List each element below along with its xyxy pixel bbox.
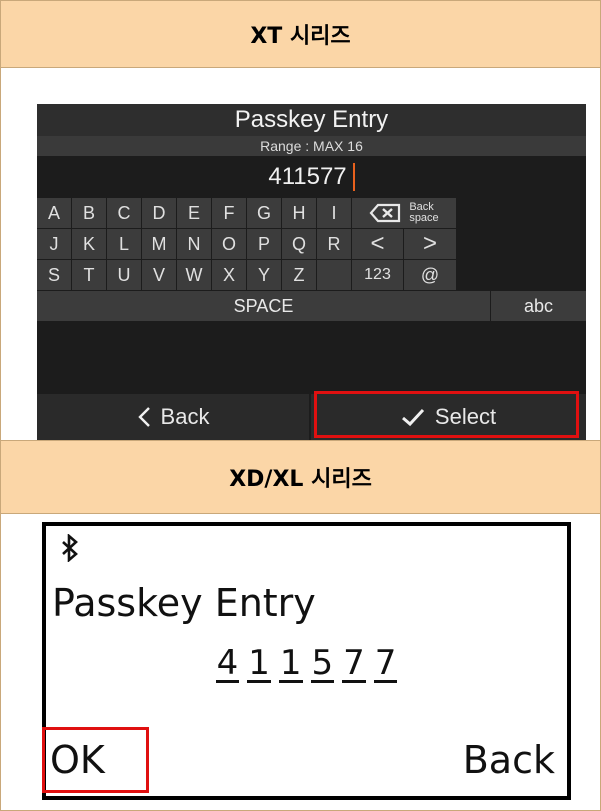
- key-p[interactable]: P: [247, 229, 281, 259]
- key-x[interactable]: X: [212, 260, 246, 290]
- back-button[interactable]: Back: [37, 394, 309, 440]
- cursor-left-key[interactable]: <: [352, 229, 403, 259]
- chevron-left-icon: [137, 407, 150, 427]
- key-l[interactable]: L: [107, 229, 141, 259]
- key-b[interactable]: B: [72, 198, 106, 228]
- key-o[interactable]: O: [212, 229, 246, 259]
- xt-screen-title: Passkey Entry: [37, 104, 586, 136]
- bluetooth-icon: [60, 533, 80, 569]
- keyboard-row-4: SPACE abc: [37, 291, 586, 321]
- key-i[interactable]: I: [317, 198, 351, 228]
- key-c[interactable]: C: [107, 198, 141, 228]
- key-u[interactable]: U: [107, 260, 141, 290]
- key-q[interactable]: Q: [282, 229, 316, 259]
- keyboard-row-3: S T U V W X Y Z 123 @: [37, 260, 586, 290]
- space-key[interactable]: SPACE: [37, 291, 490, 321]
- backspace-label: Back space: [409, 201, 439, 224]
- key-s[interactable]: S: [37, 260, 71, 290]
- key-d[interactable]: D: [142, 198, 176, 228]
- key-m[interactable]: M: [142, 229, 176, 259]
- on-screen-keyboard: A B C D E F G H I Back space J K L M N O…: [37, 198, 586, 322]
- key-f[interactable]: F: [212, 198, 246, 228]
- key-w[interactable]: W: [177, 260, 211, 290]
- at-key[interactable]: @: [404, 260, 456, 290]
- xt-series-header: XT 시리즈: [1, 1, 600, 68]
- key-y[interactable]: Y: [247, 260, 281, 290]
- numbers-key[interactable]: 123: [352, 260, 403, 290]
- key-n[interactable]: N: [177, 229, 211, 259]
- passkey-digit: 1: [247, 643, 271, 683]
- key-t[interactable]: T: [72, 260, 106, 290]
- select-highlight-box: [314, 391, 579, 438]
- backspace-key[interactable]: Back space: [352, 198, 456, 228]
- key-v[interactable]: V: [142, 260, 176, 290]
- back-softkey[interactable]: Back: [463, 738, 555, 782]
- abc-key[interactable]: abc: [491, 291, 586, 321]
- cursor-right-key[interactable]: >: [404, 229, 456, 259]
- blank-key: [317, 260, 351, 290]
- key-e[interactable]: E: [177, 198, 211, 228]
- passkey-input[interactable]: 411577: [37, 156, 586, 198]
- xdxl-series-header: XD/XL 시리즈: [1, 440, 600, 514]
- passkey-digit: 7: [342, 643, 366, 683]
- xt-device-screen: Passkey Entry Range : MAX 16 411577 A B …: [37, 104, 586, 440]
- key-h[interactable]: H: [282, 198, 316, 228]
- key-r[interactable]: R: [317, 229, 351, 259]
- lcd-passkey-digits: 4 1 1 5 7 7: [46, 646, 567, 683]
- passkey-digit: 5: [310, 643, 335, 683]
- back-button-label: Back: [160, 404, 210, 429]
- passkey-digit: 4: [215, 643, 240, 683]
- key-a[interactable]: A: [37, 198, 71, 228]
- backspace-icon: [369, 203, 401, 223]
- passkey-digit: 1: [278, 643, 303, 683]
- ok-highlight-box: [42, 727, 149, 793]
- lcd-title: Passkey Entry: [52, 581, 316, 625]
- key-k[interactable]: K: [72, 229, 106, 259]
- xt-range-hint: Range : MAX 16: [37, 136, 586, 156]
- keyboard-row-2: J K L M N O P Q R < >: [37, 229, 586, 259]
- text-cursor: [352, 163, 355, 191]
- passkey-input-value: 411577: [268, 163, 347, 190]
- keyboard-row-1: A B C D E F G H I Back space: [37, 198, 586, 228]
- key-z[interactable]: Z: [282, 260, 316, 290]
- key-j[interactable]: J: [37, 229, 71, 259]
- key-g[interactable]: G: [247, 198, 281, 228]
- passkey-digit: 7: [373, 643, 398, 683]
